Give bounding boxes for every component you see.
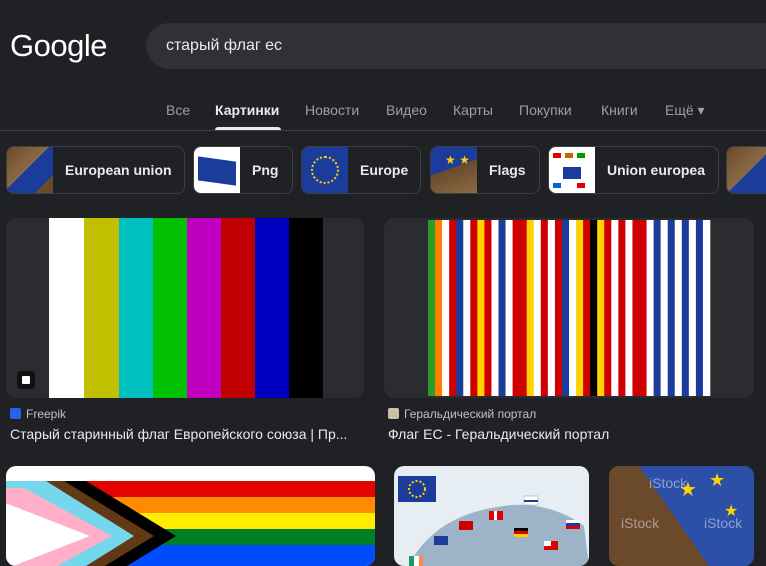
header-divider: [0, 130, 766, 131]
search-tabs: Все Картинки Новости Видео Карты Покупки…: [0, 96, 766, 130]
result-image-1[interactable]: [6, 218, 364, 398]
tab-news[interactable]: Новости: [305, 102, 359, 118]
source-name: Freepik: [26, 407, 67, 421]
chip-flags[interactable]: ★ ★ Flags: [430, 146, 540, 194]
chip-union-europea[interactable]: Union europea: [548, 146, 719, 194]
result-title-2[interactable]: Флаг ЕС - Геральдический портал: [388, 426, 754, 442]
eu-flag-stock-image: ★ ★ ★ iStock iStock iStock: [609, 466, 754, 566]
search-box[interactable]: старый флаг ес: [146, 23, 766, 69]
result-image-4[interactable]: [394, 466, 589, 566]
svg-text:iStock: iStock: [704, 515, 743, 531]
search-query[interactable]: старый флаг ес: [166, 37, 282, 55]
chip-european-union[interactable]: European union: [6, 146, 185, 194]
svg-text:★: ★: [709, 470, 725, 491]
result-title-1[interactable]: Старый старинный флаг Европейского союза…: [10, 426, 364, 442]
watermark-text: iStock: [621, 515, 660, 531]
chip-thumb-image: [549, 147, 595, 193]
tab-images[interactable]: Картинки: [215, 102, 279, 118]
result-image-2[interactable]: [384, 218, 754, 398]
chip-label: European union: [65, 162, 172, 178]
chip-label: Union europea: [607, 162, 706, 178]
chip-label: Png: [252, 162, 279, 178]
chip-label: Flags: [489, 162, 526, 178]
chip-thumb-image: [302, 147, 348, 193]
chip-thumb-image: [7, 147, 53, 193]
google-logo[interactable]: Google: [10, 28, 107, 64]
chip-thumb-image: ★ ★: [431, 147, 477, 193]
source-name: Геральдический портал: [404, 407, 537, 421]
result-image-5[interactable]: ★ ★ ★ iStock iStock iStock: [609, 466, 754, 566]
europe-map-flags-image: [398, 476, 589, 566]
tab-video[interactable]: Видео: [386, 102, 427, 118]
chip-label: Europe: [360, 162, 409, 178]
tab-more[interactable]: Ещё ▾: [665, 102, 705, 119]
tab-books[interactable]: Книги: [601, 102, 638, 118]
chip-thumb-image: [194, 147, 240, 193]
result-image-3[interactable]: [6, 466, 375, 566]
tab-shopping[interactable]: Покупки: [519, 102, 572, 118]
svg-text:iStock: iStock: [649, 475, 688, 491]
progress-pride-flag-image: [6, 481, 375, 566]
tab-maps[interactable]: Карты: [453, 102, 493, 118]
color-bars-image: [49, 218, 323, 398]
image-type-icon: [17, 371, 35, 389]
chip-thumb-image: [727, 147, 766, 193]
result-source-2[interactable]: Геральдический портал: [388, 407, 536, 421]
chip-europe[interactable]: Europe: [301, 146, 421, 194]
chip-partial[interactable]: [726, 146, 766, 194]
eu-barcode-flag-image: [428, 220, 711, 396]
chip-png[interactable]: Png: [193, 146, 293, 194]
result-source-1[interactable]: Freepik: [10, 407, 66, 421]
freepik-favicon-icon: [10, 408, 21, 419]
tab-all[interactable]: Все: [166, 102, 190, 118]
heraldry-favicon-icon: [388, 408, 399, 419]
